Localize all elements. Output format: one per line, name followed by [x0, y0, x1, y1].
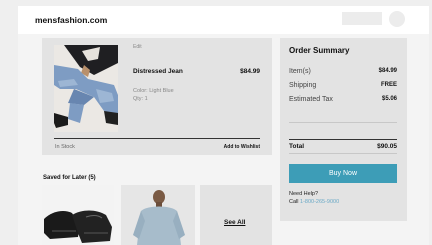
product-quantity[interactable]: Qty: 1: [133, 96, 148, 102]
summary-divider: [289, 122, 397, 123]
total-label: Total: [289, 143, 305, 150]
saved-for-later-title: Saved for Later (5): [43, 175, 96, 181]
call-row: Call 1-800-265-9000: [289, 199, 339, 205]
product-price: $84.99: [240, 68, 260, 75]
call-label: Call: [289, 199, 299, 205]
site-header: mensfashion.com: [18, 6, 429, 35]
edit-item-link[interactable]: Edit: [133, 44, 142, 50]
see-all-link[interactable]: See All: [224, 219, 245, 226]
header-search-box[interactable]: [342, 12, 382, 25]
site-logo[interactable]: mensfashion.com: [35, 15, 107, 25]
total-value: $90.05: [377, 143, 397, 150]
stock-status: In Stock: [55, 144, 75, 150]
need-help-text: Need Help?: [289, 191, 319, 197]
cart-item-divider: [54, 138, 260, 139]
product-color: Color: Light Blue: [133, 88, 174, 94]
add-to-wishlist-link[interactable]: Add to Wishlist: [224, 144, 260, 150]
summary-row-value: $84.99: [378, 68, 397, 74]
phone-link[interactable]: 1-800-265-9000: [300, 199, 339, 205]
summary-row-label: Item(s): [289, 68, 311, 75]
summary-total-row: Total $90.05: [289, 143, 397, 150]
saved-item-sweater[interactable]: [121, 185, 195, 245]
cart-item-card: Edit Distressed Jean $84.99 Color: Light…: [42, 38, 272, 155]
see-all-card[interactable]: See All: [200, 185, 272, 245]
buy-now-button[interactable]: Buy Now: [289, 164, 397, 183]
account-avatar-icon[interactable]: [389, 11, 405, 27]
summary-total-divider: [289, 139, 397, 140]
summary-row-label: Estimated Tax: [289, 96, 333, 103]
summary-row-items: Item(s) $84.99: [289, 68, 397, 78]
summary-row-value: FREE: [380, 82, 397, 88]
saved-item-shoes[interactable]: [42, 185, 114, 245]
summary-row-value: $5.06: [381, 96, 397, 102]
product-name[interactable]: Distressed Jean: [133, 68, 183, 75]
summary-row-shipping: Shipping FREE: [289, 82, 397, 92]
summary-bottom-divider: [289, 153, 397, 154]
summary-row-label: Shipping: [289, 82, 317, 89]
product-image[interactable]: [54, 45, 118, 132]
summary-row-tax: Estimated Tax $5.06: [289, 96, 397, 106]
order-summary-panel: Order Summary Item(s) $84.99 Shipping FR…: [280, 38, 407, 221]
order-summary-title: Order Summary: [289, 46, 350, 55]
